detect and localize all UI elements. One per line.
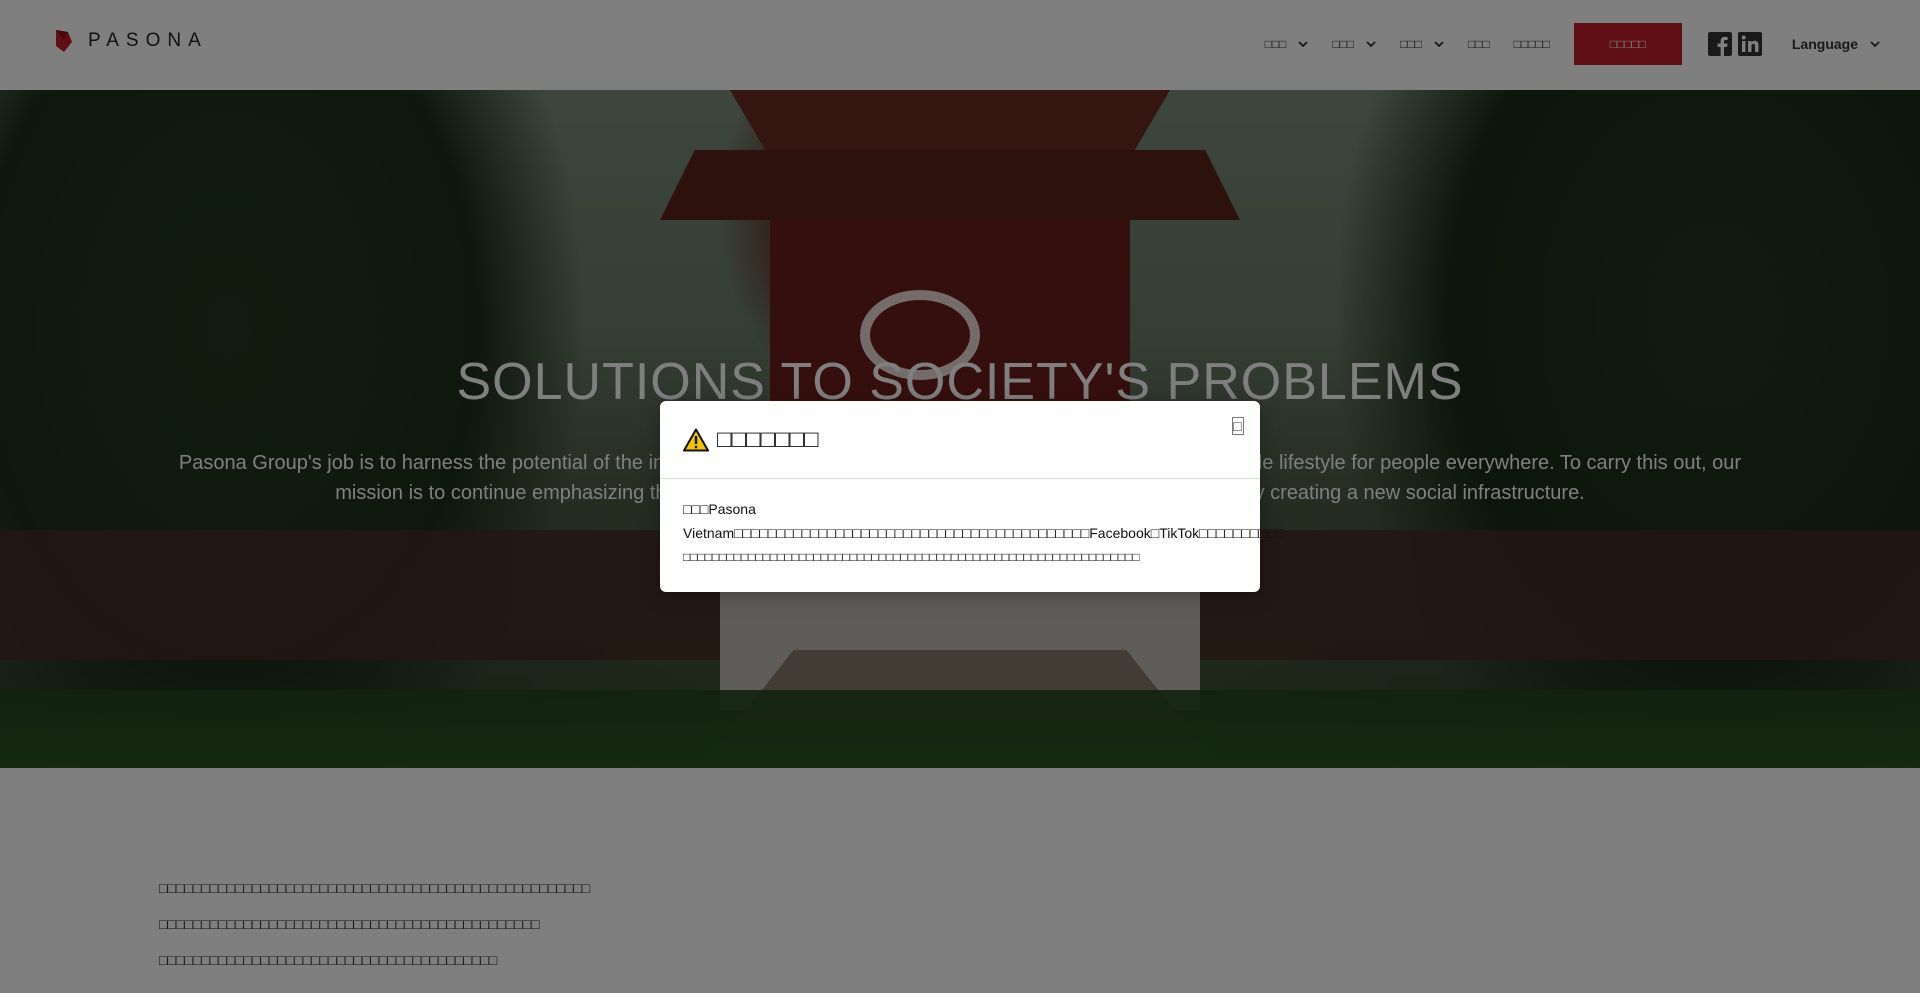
dialog-message-2: □□□□□□□□□□□□□□□□□□□□□□□□□□□□□□□□□□□□□□□□… xyxy=(683,550,1140,564)
warning-icon xyxy=(683,428,709,451)
close-icon[interactable]: □ xyxy=(1232,417,1244,435)
dialog-body: □□□Pasona Vietnam□□□□□□□□□□□□□□□□□□□□□□□… xyxy=(660,479,1284,587)
dialog-message-1: □□□Pasona Vietnam□□□□□□□□□□□□□□□□□□□□□□□… xyxy=(683,501,1284,541)
dialog-title: □□□□□□□ xyxy=(717,425,819,453)
warning-dialog: □□□□□□□ □ □□□Pasona Vietnam□□□□□□□□□□□□□… xyxy=(660,401,1284,592)
dialog-header: □□□□□□□ xyxy=(660,401,1260,479)
